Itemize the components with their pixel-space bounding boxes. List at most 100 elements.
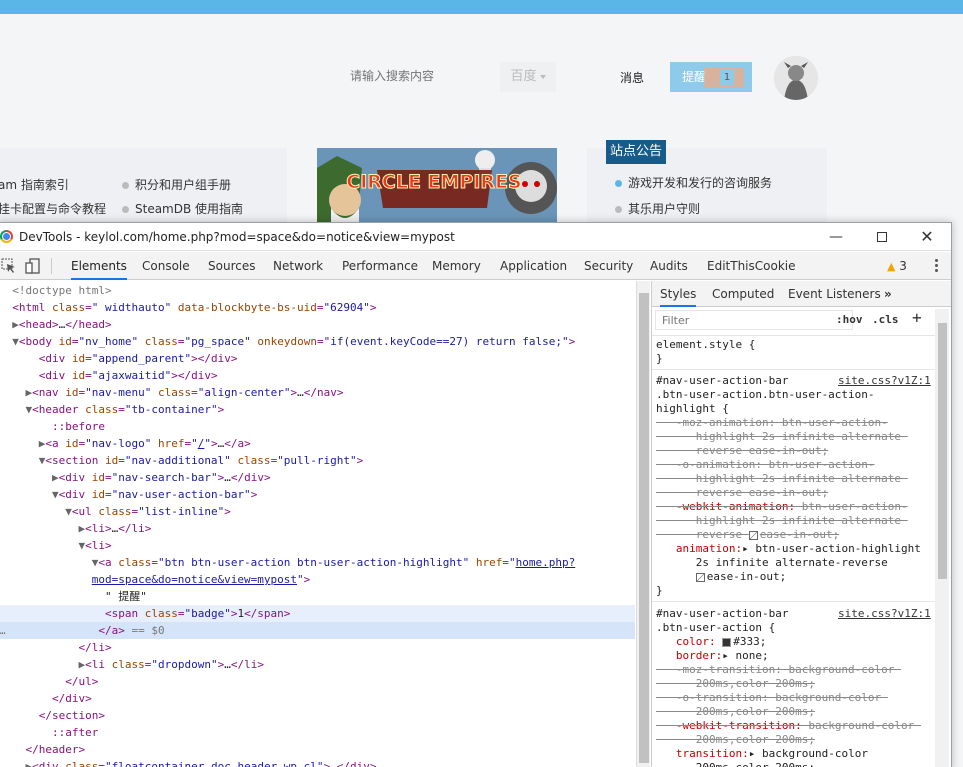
style-rule-selector[interactable]: element.style { (656, 338, 755, 352)
tab-computed[interactable]: Computed (712, 281, 774, 307)
device-toolbar-icon[interactable] (25, 258, 41, 274)
dom-node[interactable]: </header> (0, 741, 635, 758)
elements-panel: <!doctype html> <html class=" widthauto"… (0, 281, 635, 767)
close-button[interactable]: ✕ (916, 227, 938, 247)
notice-item[interactable]: 游戏开发和发行的咨询服务 (615, 174, 772, 191)
dom-node[interactable]: <span class="badge">1</span> (0, 605, 635, 622)
warnings-counter[interactable]: ▲ 3 (887, 252, 907, 280)
dom-node[interactable]: ▼<body id="nv_home" class="pg_space" onk… (0, 333, 635, 350)
dom-node[interactable]: ▶<li class="dropdown">…</li> (0, 656, 635, 673)
dom-node[interactable]: " 提醒" (0, 588, 635, 605)
tab-styles[interactable]: Styles (660, 281, 697, 307)
tab-security[interactable]: Security (584, 252, 633, 280)
dom-node[interactable]: ▶<div class="floatcontainer doc header w… (0, 758, 635, 767)
chevron-down-icon (539, 74, 546, 79)
style-declaration[interactable]: -o-animation: btn-user-action- (656, 458, 875, 472)
style-declaration: reverse ease-in-out; (656, 528, 840, 541)
inspect-element-icon[interactable] (1, 258, 17, 274)
guide-link[interactable]: 挂卡配置与命令教程 (0, 200, 106, 217)
style-declaration: highlight 2s infinite alternate (656, 472, 908, 485)
user-avatar[interactable] (774, 56, 818, 100)
notice-title: 站点公告 (606, 140, 667, 164)
style-declaration: reverse ease-in-out; (656, 444, 829, 457)
dom-node[interactable]: ▼<li> (0, 537, 635, 554)
dom-node[interactable]: ::after (0, 724, 635, 741)
tab-editthiscookie[interactable]: EditThisCookie (707, 252, 796, 280)
dom-node[interactable]: ▼<ul class="list-inline"> (0, 503, 635, 520)
guide-link[interactable]: am 指南索引 (0, 176, 69, 193)
tab-memory[interactable]: Memory (432, 252, 481, 280)
dom-node[interactable]: <div id="ajaxwaitid"></div> (0, 367, 635, 384)
dom-node[interactable]: </section> (0, 707, 635, 724)
style-declaration: 2s infinite alternate-reverse (656, 556, 888, 569)
messages-link[interactable]: 消息 (620, 69, 644, 86)
styles-scrollbar[interactable] (935, 309, 949, 767)
tab-event-listeners[interactable]: Event Listeners (788, 281, 881, 307)
tab-audits[interactable]: Audits (650, 252, 688, 280)
style-declaration[interactable]: color: #333; (656, 635, 767, 649)
style-declaration[interactable]: -o-transition: background-color (656, 691, 888, 705)
dom-node[interactable]: ▶<li>…</li> (0, 520, 635, 537)
dom-node[interactable]: ::before (0, 418, 635, 435)
notice-item[interactable]: 其乐用户守则 (615, 200, 700, 217)
style-rule-selector[interactable]: #nav-user-action-bar (656, 374, 788, 388)
dom-node[interactable]: <html class=" widthauto" data-blockbyte-… (0, 299, 635, 316)
minimize-button[interactable]: — (825, 227, 847, 247)
styles-tabbar: Styles Computed Event Listeners » (652, 281, 951, 307)
search-engine-select[interactable]: 百度 (500, 62, 556, 92)
devtools-window: DevTools - keylol.com/home.php?mod=space… (0, 222, 952, 767)
dom-node[interactable]: ▶<nav id="nav-menu" class="align-center"… (0, 384, 635, 401)
dom-node[interactable]: <!doctype html> (0, 282, 635, 299)
style-declaration: highlight 2s infinite alternate (656, 514, 908, 527)
dom-node[interactable]: <div id="append_parent"></div> (0, 350, 635, 367)
hov-toggle[interactable]: :hov (836, 313, 863, 326)
style-rule-selector[interactable]: #nav-user-action-bar (656, 607, 788, 621)
dom-node[interactable]: ▼<a class="btn btn-user-action btn-user-… (0, 554, 635, 571)
style-rule-selector: .btn-user-action.btn-user-action- (656, 388, 875, 401)
dom-node[interactable]: ▼<section id="nav-additional" class="pul… (0, 452, 635, 469)
style-declaration[interactable]: -webkit-animation: btn-user-action- (656, 500, 908, 514)
color-swatch[interactable] (722, 637, 732, 647)
dom-node-selected[interactable]: … </a> == $0 (0, 622, 635, 639)
maximize-button[interactable] (871, 227, 893, 247)
style-declaration[interactable]: -moz-animation: btn-user-action- (656, 416, 888, 430)
cls-toggle[interactable]: .cls (872, 313, 899, 326)
style-declaration[interactable]: -webkit-transition: background-color (656, 719, 921, 733)
style-declaration: 200ms,color 200ms; (656, 705, 815, 718)
tab-sources[interactable]: Sources (208, 252, 255, 280)
site-search-input[interactable] (340, 62, 495, 90)
rule-source-link[interactable]: site.css?v1Z:1 (838, 607, 931, 621)
more-options-icon[interactable] (933, 258, 939, 274)
style-declaration: ease-in-out; (656, 570, 786, 584)
dom-node[interactable]: </ul> (0, 673, 635, 690)
dom-node[interactable]: mod=space&do=notice&view=mypost"> (0, 571, 635, 588)
styles-filter-input[interactable] (655, 310, 853, 330)
style-declaration[interactable]: transition:▸ background-color (656, 747, 875, 761)
dom-node[interactable]: ▼<header class="tb-container"> (0, 401, 635, 418)
tab-console[interactable]: Console (142, 252, 190, 280)
elements-scrollbar[interactable] (636, 281, 650, 767)
guide-link[interactable]: 积分和用户组手册 (122, 176, 231, 193)
rule-source-link[interactable]: site.css?v1Z:1 (838, 374, 931, 388)
guide-links-panel: am 指南索引 积分和用户组手册 挂卡配置与命令教程 SteamDB 使用指南 (0, 148, 287, 228)
tab-application[interactable]: Application (500, 252, 567, 280)
warning-icon: ▲ (887, 260, 896, 273)
guide-link[interactable]: SteamDB 使用指南 (122, 200, 243, 217)
new-rule-icon[interactable]: + (912, 308, 922, 327)
dom-node[interactable]: ▶<head>…</head> (0, 316, 635, 333)
dom-node[interactable]: ▶<div id="nav-search-bar">…</div> (0, 469, 635, 486)
tab-elements[interactable]: Elements (71, 252, 127, 280)
tab-network[interactable]: Network (273, 252, 323, 280)
dom-node[interactable]: ▶<a id="nav-logo" href="/">…</a> (0, 435, 635, 452)
style-declaration[interactable]: border:▸ none; (656, 649, 769, 663)
dom-node[interactable]: ▼<div id="nav-user-action-bar"> (0, 486, 635, 503)
more-tabs-icon[interactable]: » (884, 281, 892, 307)
dom-node[interactable]: </div> (0, 690, 635, 707)
dom-node[interactable]: </li> (0, 639, 635, 656)
tab-performance[interactable]: Performance (342, 252, 418, 280)
style-declaration[interactable]: -moz-transition: background-color (656, 663, 901, 677)
styles-panel: Styles Computed Event Listeners » :hov .… (651, 281, 951, 767)
style-declaration[interactable]: animation:▸ btn-user-action-highlight (656, 542, 921, 556)
game-banner[interactable]: CIRCLE EMPIRES (317, 148, 557, 228)
site-top-bar (0, 0, 963, 14)
